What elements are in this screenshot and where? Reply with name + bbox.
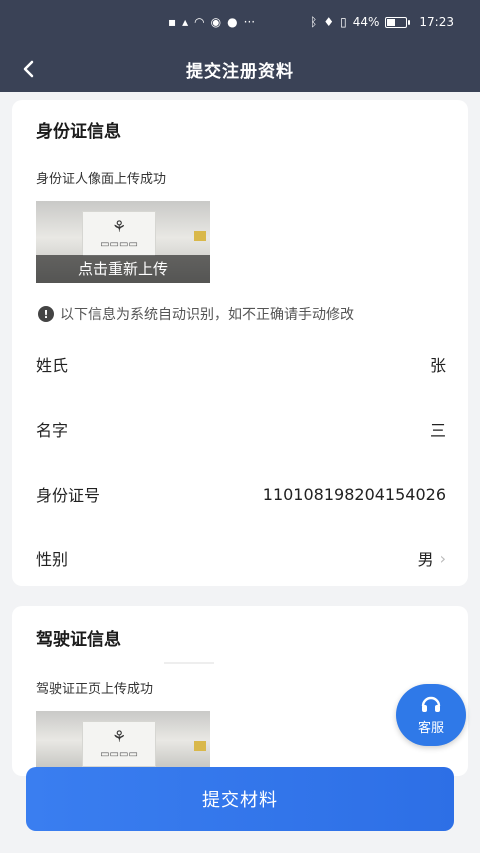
reupload-button[interactable]: 点击重新上传 bbox=[36, 255, 210, 283]
gender-row[interactable]: 性别 男 › bbox=[36, 538, 446, 578]
wifi-icon: ◠ bbox=[194, 15, 205, 29]
chevron-right-icon: › bbox=[439, 548, 446, 568]
id-card-title: 身份证信息 bbox=[36, 122, 121, 142]
photo-tag bbox=[194, 231, 206, 241]
surname-row[interactable]: 姓氏 张 bbox=[36, 344, 446, 384]
logo-mark-icon: ⚘ bbox=[111, 216, 127, 236]
bluetooth-icon: ᛒ bbox=[310, 15, 318, 29]
given-name-row[interactable]: 名字 三 bbox=[36, 409, 446, 449]
location-icon: ♦ bbox=[323, 15, 335, 29]
vibrate-icon: ▯ bbox=[340, 15, 347, 29]
service-label: 客服 bbox=[417, 720, 444, 736]
id-card-section: 身份证信息 身份证人像面上传成功 ⚘ ▭▭▭▭ 点击重新上传 ! 以下信息为系统… bbox=[12, 100, 468, 586]
photo-sign: ⚘ ▭▭▭▭ bbox=[82, 721, 156, 767]
notification-icon: ◉ bbox=[210, 15, 222, 29]
photo-sign: ⚘ ▭▭▭▭ bbox=[82, 211, 156, 257]
id-upload-status: 身份证人像面上传成功 bbox=[36, 172, 167, 187]
nav-bar: 提交注册资料 bbox=[0, 46, 480, 92]
status-right-icons: ᛒ ♦ ▯ 44% 17:23 bbox=[310, 15, 454, 29]
headset-icon bbox=[421, 696, 441, 712]
submit-button[interactable]: 提交材料 bbox=[26, 767, 454, 831]
battery-fill bbox=[387, 18, 396, 26]
id-number-value: 110108198204154026 bbox=[262, 484, 446, 504]
surname-value: 张 bbox=[429, 356, 446, 375]
photo-tag bbox=[194, 741, 206, 751]
given-name-value: 三 bbox=[429, 421, 446, 440]
id-number-row[interactable]: 身份证号 110108198204154026 bbox=[36, 474, 446, 514]
hd-icon: ▪ bbox=[168, 15, 177, 29]
signal-icon: ▴ bbox=[182, 15, 189, 29]
status-time: 17:23 bbox=[419, 15, 454, 29]
surname-label: 姓氏 bbox=[36, 356, 69, 375]
license-title: 驾驶证信息 bbox=[36, 630, 121, 650]
notice-text: 以下信息为系统自动识别，如不正确请手动修改 bbox=[60, 307, 354, 323]
status-left-icons: ▪ ▴ ◠ ◉ ● ··· bbox=[168, 15, 255, 29]
license-upload-status: 驾驶证正页上传成功 bbox=[36, 682, 154, 697]
logo-mark-icon: ⚘ bbox=[111, 726, 127, 746]
chat-icon: ● bbox=[227, 15, 238, 29]
id-number-label: 身份证号 bbox=[36, 486, 101, 505]
auto-recognition-notice: ! 以下信息为系统自动识别，如不正确请手动修改 bbox=[38, 304, 354, 324]
battery-percent: 44% bbox=[352, 15, 380, 29]
customer-service-button[interactable]: 客服 bbox=[396, 684, 466, 746]
divider bbox=[164, 662, 214, 664]
battery-icon bbox=[385, 16, 411, 28]
page-title: 提交注册资料 bbox=[186, 62, 294, 82]
gender-label: 性别 bbox=[36, 550, 69, 569]
ellipsis-icon: ··· bbox=[243, 15, 256, 29]
license-section: 驾驶证信息 驾驶证正页上传成功 ⚘ ▭▭▭▭ bbox=[12, 606, 468, 776]
status-bar: ▪ ▴ ◠ ◉ ● ··· ᛒ ♦ ▯ 44% 17:23 bbox=[0, 0, 480, 46]
info-icon: ! bbox=[38, 306, 54, 322]
given-name-label: 名字 bbox=[36, 421, 69, 440]
id-photo[interactable]: ⚘ ▭▭▭▭ 点击重新上传 bbox=[36, 201, 210, 283]
gender-value: 男 bbox=[417, 550, 434, 569]
